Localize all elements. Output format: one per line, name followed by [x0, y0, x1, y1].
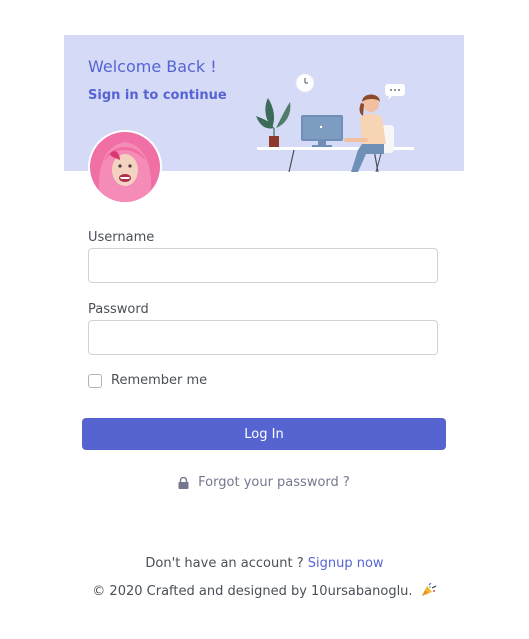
party-popper-icon: [421, 583, 436, 596]
workspace-illustration: [256, 73, 414, 172]
avatar: [90, 132, 160, 202]
password-input[interactable]: [88, 320, 438, 355]
copyright-text: © 2020 Crafted and designed by 10ursaban…: [92, 584, 413, 599]
username-input[interactable]: [88, 248, 438, 283]
login-button[interactable]: Log In: [82, 418, 446, 450]
copyright-line: © 2020 Crafted and designed by 10ursaban…: [0, 583, 529, 599]
avatar-frame: [88, 130, 162, 204]
lock-icon: [178, 476, 189, 489]
welcome-subtitle: Sign in to continue: [88, 88, 227, 103]
login-card: Welcome Back ! Sign in to continue Usern…: [64, 35, 464, 490]
username-label: Username: [88, 230, 155, 245]
forgot-password-label[interactable]: Forgot your password ?: [198, 475, 350, 490]
signup-prompt: Don't have an account ?: [145, 556, 304, 571]
signup-line: Don't have an account ? Signup now: [0, 556, 529, 571]
password-label: Password: [88, 302, 149, 317]
remember-me-checkbox[interactable]: [88, 373, 102, 388]
welcome-title: Welcome Back !: [88, 57, 217, 76]
signup-link[interactable]: Signup now: [308, 556, 384, 571]
remember-me-label[interactable]: Remember me: [111, 373, 207, 388]
forgot-password-link[interactable]: Forgot your password ?: [64, 475, 464, 490]
remember-me-row[interactable]: Remember me: [88, 373, 207, 388]
